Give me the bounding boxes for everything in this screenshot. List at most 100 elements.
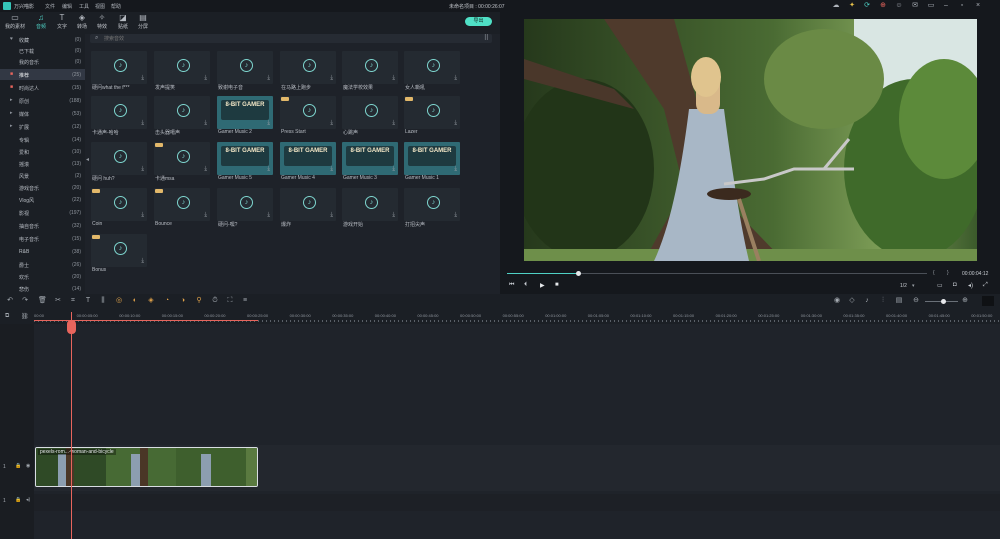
fullscreen-icon[interactable]: ⤢ bbox=[983, 282, 988, 289]
download-icon[interactable]: ⤓ bbox=[204, 120, 207, 127]
cut-icon[interactable]: ✂ bbox=[54, 297, 62, 305]
close-icon[interactable]: × bbox=[974, 2, 982, 10]
lock-icon[interactable]: 🔒 bbox=[15, 497, 21, 503]
sidebar-item-original[interactable]: ▸ 原创 (188) bbox=[0, 95, 85, 106]
download-icon[interactable]: ⤓ bbox=[141, 75, 144, 82]
sidebar-item-scenery[interactable]: 风景 (2) bbox=[0, 170, 85, 181]
audio-card[interactable]: ♪ ⤓ bbox=[342, 188, 398, 221]
playhead-handle[interactable] bbox=[67, 320, 76, 334]
tab-effects[interactable]: ✧ 特效 bbox=[91, 13, 113, 33]
minimize-icon[interactable]: – bbox=[942, 2, 950, 10]
mail-icon[interactable]: ✉ bbox=[911, 2, 919, 10]
add-track-icon[interactable]: ⧉ bbox=[5, 313, 9, 320]
download-icon[interactable]: ⤓ bbox=[141, 166, 144, 173]
audio-card[interactable]: ♪ ⤓ bbox=[280, 51, 336, 84]
sidebar-item-vlog[interactable]: Vlog风 (22) bbox=[0, 194, 85, 205]
audio-card[interactable]: ♪ ⤓ bbox=[154, 188, 210, 221]
mark-in-bracket[interactable]: { bbox=[933, 270, 935, 276]
redo-icon[interactable]: ↷ bbox=[21, 297, 29, 305]
audio-card[interactable]: ♪ ⤓ bbox=[217, 188, 273, 221]
speed-icon[interactable]: ◎ bbox=[115, 297, 123, 305]
eye-icon[interactable]: ◉ bbox=[26, 463, 30, 469]
sidebar-item-downloaded[interactable]: 已下载 (0) bbox=[0, 45, 85, 56]
sidebar-item-my-music[interactable]: 我的音乐 (0) bbox=[0, 56, 85, 67]
zoom-out-icon[interactable]: ⊖ bbox=[912, 297, 920, 305]
download-icon[interactable]: ⤓ bbox=[204, 166, 207, 173]
maximize-icon[interactable]: ▫ bbox=[958, 2, 966, 10]
audio-card[interactable]: ♪ ⤓ bbox=[91, 96, 147, 129]
display-icon[interactable]: ▭ bbox=[937, 282, 943, 289]
color-icon[interactable]: ◐ bbox=[131, 297, 139, 305]
cart-icon[interactable]: ⊕ bbox=[879, 2, 887, 10]
download-icon[interactable]: ⤓ bbox=[392, 75, 395, 82]
audio-card[interactable]: ♪ ⤓ bbox=[91, 51, 147, 84]
audio-card[interactable]: 8-BIT GAMER ⤓ bbox=[342, 142, 398, 175]
delete-icon[interactable]: 🗑 bbox=[38, 297, 47, 305]
undo-icon[interactable]: ↶ bbox=[6, 297, 14, 305]
crop-icon[interactable]: ⌗ bbox=[69, 297, 77, 305]
snapshot-icon[interactable]: ◘ bbox=[953, 282, 957, 288]
download-icon[interactable]: ⤓ bbox=[141, 212, 144, 219]
tab-my-media[interactable]: ▭ 我的素材 bbox=[4, 13, 26, 33]
sidebar-item-favorites[interactable]: ♥ 收藏 (0) bbox=[0, 34, 85, 45]
audio-card[interactable]: ♪ ⤓ bbox=[280, 96, 336, 129]
audio-card[interactable]: 8-BIT GAMER ⤓ bbox=[404, 142, 460, 175]
user-icon[interactable]: ☺ bbox=[895, 2, 903, 10]
sync-icon[interactable]: ⟳ bbox=[863, 2, 871, 10]
subtitle-icon[interactable]: ▤ bbox=[895, 297, 903, 305]
download-icon[interactable]: ⤓ bbox=[267, 75, 270, 82]
menu-view[interactable]: 视图 bbox=[95, 3, 105, 10]
sidebar-item-joyful[interactable]: 欢乐 (20) bbox=[0, 271, 85, 282]
cloud-icon[interactable]: ☁ bbox=[832, 2, 840, 10]
shield-icon[interactable]: ◇ bbox=[848, 297, 856, 305]
sidebar-item-love[interactable]: 爱和 (10) bbox=[0, 146, 85, 157]
audio-card[interactable]: ♪ ⤓ bbox=[280, 188, 336, 221]
download-icon[interactable]: ⤓ bbox=[204, 75, 207, 82]
download-icon[interactable]: ⤓ bbox=[330, 120, 333, 127]
download-icon[interactable]: ⤓ bbox=[330, 212, 333, 219]
tab-text[interactable]: T 文字 bbox=[51, 13, 73, 33]
adjust-icon[interactable]: ≡ bbox=[241, 297, 249, 305]
grid-view-icon[interactable]: ⠿ bbox=[484, 34, 489, 42]
download-icon[interactable]: ⤓ bbox=[330, 166, 333, 173]
download-icon[interactable]: ⤓ bbox=[454, 166, 457, 173]
lock-icon[interactable]: 🔒 bbox=[15, 463, 21, 469]
sidebar-item-media[interactable]: ▸ 媒体 (53) bbox=[0, 108, 85, 119]
audio-adjust-icon[interactable]: ⫼ bbox=[99, 297, 107, 305]
sidebar-item-rock[interactable]: 摇滚 (13) bbox=[0, 158, 85, 169]
audio-card[interactable]: ♪ ⤓ bbox=[154, 142, 210, 175]
menu-tools[interactable]: 工具 bbox=[79, 3, 89, 10]
export-button[interactable]: 导出 bbox=[465, 17, 492, 26]
mic-icon[interactable]: ♪ bbox=[863, 297, 871, 305]
sidebar-item-film[interactable]: 影视 (197) bbox=[0, 207, 85, 218]
audio-card[interactable]: ♪ ⤓ bbox=[91, 234, 147, 267]
audio-card[interactable]: ♪ ⤓ bbox=[91, 188, 147, 221]
stop-icon[interactable]: ■ bbox=[555, 282, 559, 288]
tab-split-screen[interactable]: ▤ 分屏 bbox=[132, 13, 154, 33]
audio-card[interactable]: ♪ ⤓ bbox=[404, 51, 460, 84]
volume-icon[interactable]: ◂) bbox=[968, 282, 973, 289]
bulb-icon[interactable]: ✦ bbox=[848, 2, 856, 10]
play-icon[interactable]: ▶ bbox=[540, 282, 545, 289]
timeline-zoom-handle[interactable] bbox=[941, 299, 946, 304]
download-icon[interactable]: ⤓ bbox=[454, 120, 457, 127]
audio-card[interactable]: ♪ ⤓ bbox=[154, 51, 210, 84]
play-back-icon[interactable]: ⏴ bbox=[524, 282, 527, 289]
audio-card[interactable]: ♪ ⤓ bbox=[342, 51, 398, 84]
download-icon[interactable]: ⤓ bbox=[141, 120, 144, 127]
audio-card[interactable]: ♪ ⤓ bbox=[91, 142, 147, 175]
green-screen-icon[interactable]: ⚲ bbox=[195, 297, 203, 305]
download-icon[interactable]: ⤓ bbox=[392, 212, 395, 219]
audio-track-1[interactable] bbox=[34, 494, 1000, 511]
sidebar-item-game-music[interactable]: 游戏音乐 (20) bbox=[0, 182, 85, 193]
download-icon[interactable]: ⤓ bbox=[392, 166, 395, 173]
audio-card[interactable]: ♪ ⤓ bbox=[404, 188, 460, 221]
sidebar-item-rnb[interactable]: R&B (38) bbox=[0, 246, 85, 257]
tab-audio[interactable]: ♫ 音频 bbox=[30, 13, 52, 33]
mixer-icon[interactable]: ⫶ bbox=[879, 297, 887, 305]
audio-card[interactable]: ♪ ⤓ bbox=[154, 96, 210, 129]
audio-card[interactable]: 8-BIT GAMER ⤓ bbox=[217, 142, 273, 175]
sidebar-item-jazz[interactable]: 爵士 (26) bbox=[0, 259, 85, 270]
chevron-down-icon[interactable]: ▾ bbox=[912, 283, 915, 289]
download-icon[interactable]: ⤓ bbox=[141, 258, 144, 265]
